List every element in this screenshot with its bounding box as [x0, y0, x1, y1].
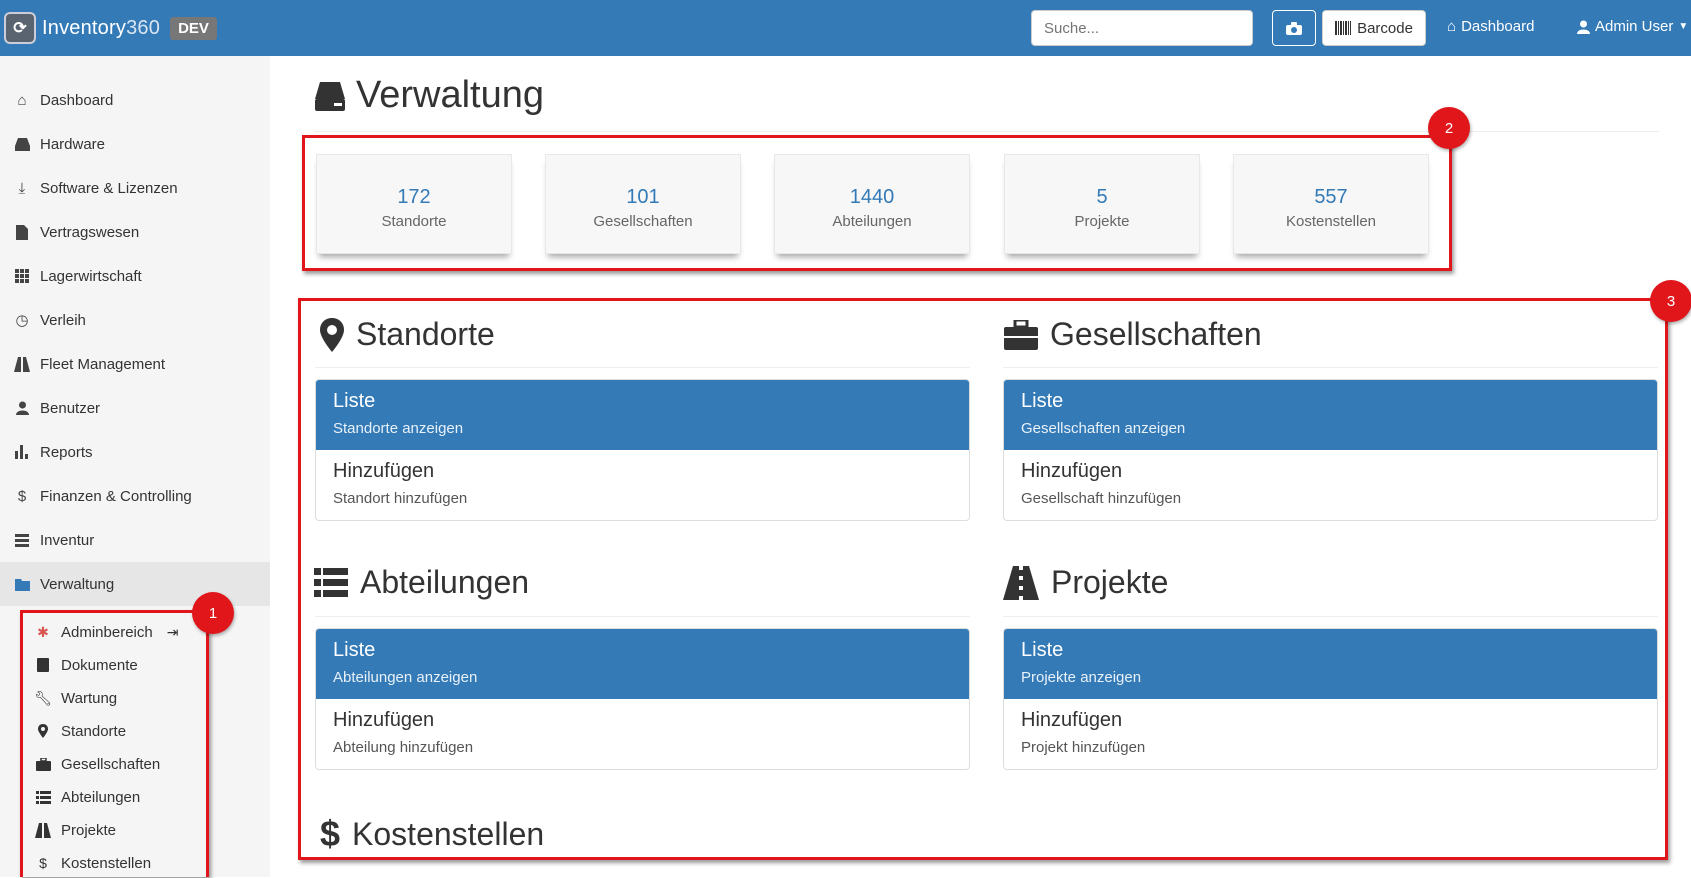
- barcode-icon: [1335, 21, 1352, 35]
- page-title: Verwaltung: [314, 74, 544, 117]
- sidebar-item-label: Vertragswesen: [40, 223, 140, 241]
- camera-button[interactable]: [1272, 10, 1316, 46]
- grid-icon: [13, 267, 31, 285]
- sidebar-item-hardware[interactable]: Hardware: [0, 122, 270, 166]
- brand[interactable]: ⟳ Inventory360 DEV: [4, 12, 217, 44]
- sidebar-item-label: Hardware: [40, 135, 106, 153]
- caret-down-icon: ▼: [1678, 21, 1689, 32]
- nav-dashboard-label: Dashboard: [1461, 18, 1535, 35]
- sidebar-item-label: Finanzen & Controlling: [40, 487, 192, 505]
- drive-icon: [315, 81, 345, 111]
- sidebar-item-inventur[interactable]: Inventur: [0, 518, 270, 562]
- brand-name-text: Inventory: [42, 16, 127, 39]
- sidebar-item-label: Software & Lizenzen: [40, 179, 178, 197]
- brand-name: Inventory360: [42, 17, 160, 40]
- sidebar-item-label: Verwaltung: [40, 575, 115, 593]
- download-icon: ⤓: [18, 179, 26, 197]
- user-icon: [1577, 20, 1590, 34]
- sidebar-item-finanzen[interactable]: $ Finanzen & Controlling: [0, 474, 270, 518]
- home-icon: ⌂: [1447, 18, 1457, 35]
- sidebar-item-vertragswesen[interactable]: Vertragswesen: [0, 210, 270, 254]
- annotation-box-3: [298, 298, 1668, 860]
- clock-icon: ◷: [15, 312, 29, 329]
- sidebar-item-dashboard[interactable]: ⌂ Dashboard: [0, 78, 270, 122]
- env-badge: DEV: [170, 16, 217, 40]
- camera-icon: [1286, 21, 1302, 35]
- list-icon: [13, 531, 31, 549]
- barcode-button[interactable]: Barcode: [1322, 10, 1426, 46]
- user-icon: [13, 399, 31, 417]
- annotation-badge-2: 2: [1428, 107, 1470, 149]
- user-label: Admin User: [1595, 18, 1674, 35]
- folder-icon: [13, 575, 31, 593]
- sidebar-item-label: Fleet Management: [40, 355, 166, 373]
- dollar-icon: $: [17, 487, 27, 505]
- road-icon: [13, 355, 31, 373]
- chart-icon: [13, 443, 31, 461]
- sidebar-item-benutzer[interactable]: Benutzer: [0, 386, 270, 430]
- annotation-box-2: [302, 135, 1452, 271]
- annotation-badge-3: 3: [1650, 280, 1691, 322]
- annotation-box-1: [20, 610, 209, 877]
- nav-dashboard-link[interactable]: ⌂ Dashboard: [1447, 18, 1534, 35]
- user-menu[interactable]: Admin User ▼: [1577, 18, 1688, 35]
- annotation-badge-1: 1: [192, 592, 234, 634]
- sidebar-item-reports[interactable]: Reports: [0, 430, 270, 474]
- sidebar-item-lagerwirtschaft[interactable]: Lagerwirtschaft: [0, 254, 270, 298]
- sidebar-item-label: Dashboard: [40, 91, 114, 109]
- sidebar-item-label: Verleih: [40, 311, 86, 329]
- sidebar-item-label: Lagerwirtschaft: [40, 267, 142, 285]
- file-icon: [13, 223, 31, 241]
- logo-icon: ⟳: [4, 12, 36, 44]
- drive-icon: [13, 135, 31, 153]
- sidebar-item-fleet[interactable]: Fleet Management: [0, 342, 270, 386]
- sidebar-item-verleih[interactable]: ◷ Verleih: [0, 298, 270, 342]
- page-title-text: Verwaltung: [356, 74, 545, 116]
- home-icon: ⌂: [17, 91, 27, 109]
- barcode-label: Barcode: [1357, 19, 1413, 37]
- sidebar-item-label: Inventur: [40, 531, 95, 549]
- brand-name-number: 360: [126, 16, 161, 39]
- search-input[interactable]: [1031, 10, 1253, 46]
- top-navbar: ⟳ Inventory360 DEV Barcode ⌂ Dashboard A…: [0, 0, 1691, 56]
- sidebar-item-label: Benutzer: [40, 399, 101, 417]
- sidebar-item-label: Reports: [40, 443, 93, 461]
- sidebar-item-software[interactable]: ⤓ Software & Lizenzen: [0, 166, 270, 210]
